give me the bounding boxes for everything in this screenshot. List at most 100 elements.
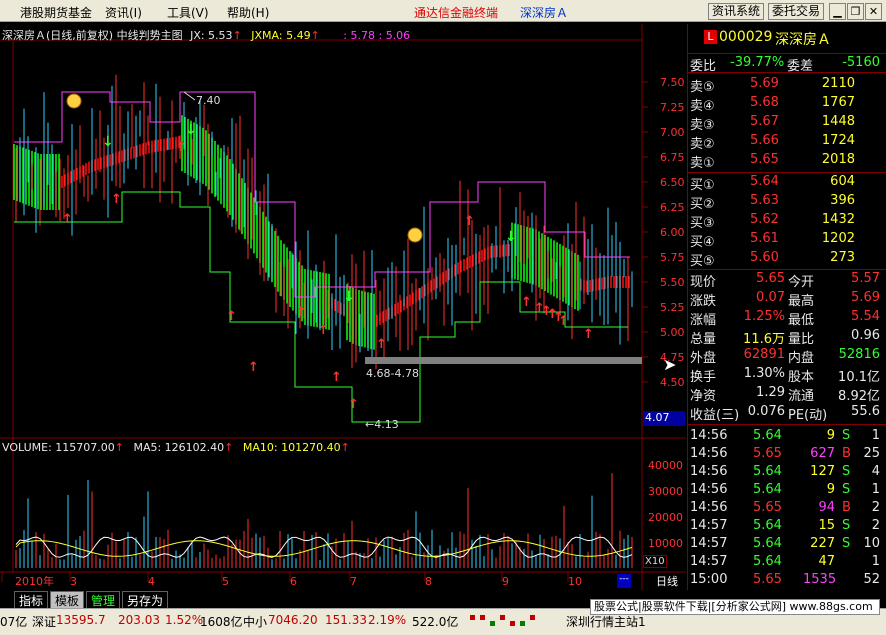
date-tick: 6 [290,575,297,588]
bid-row: 买① 5.64 604 [690,174,855,193]
stat-row: 现价 5.65 今开 5.57 [690,271,880,290]
ma10-value: MA10: 101270.40 [242,441,341,454]
close-icon[interactable]: ✕ [865,3,882,20]
ask-row: 卖③ 5.67 1448 [690,114,855,133]
date-tick: 8 [425,575,432,588]
stock-name: 深深房Ａ [775,32,831,48]
smiley-icon [66,93,82,109]
stat-row: 收益(三) 0.076 PE(动) 55.6 [690,404,880,423]
extra-value: : 5.78 : 5.06 [343,29,411,42]
low-annotation: ←4.13 [365,418,399,431]
range-annotation: 4.68-4.78 [366,367,419,380]
menu-item-info[interactable]: 资讯(I) [105,4,142,21]
smiley-icon [407,227,423,243]
stats-list: 现价 5.65 今开 5.57 涨跌 0.07 最高 5.69 涨幅 1.25% 最低 5.54 总量 1… [688,269,886,423]
bid-row: 买④ 5.61 1202 [690,231,855,250]
buy-arrow-icon: ↑ [318,323,329,338]
stat-row: 涨幅 1.25% 最低 5.54 [690,309,880,328]
ad-banner[interactable]: 股票公式|股票软件下载|[分析家公式网] www.88gs.com [590,599,880,615]
date-tick: 9 [502,575,509,588]
quote-panel: L 000029 深深房Ａ 委比 -39.77% 委差 -5160 卖⑤ 5.69… [687,24,886,590]
stat-row: 总量 11.6万 量比 0.96 [690,328,880,347]
price-tick: 7.50 [660,76,685,89]
scroll-handle[interactable]: --- [617,574,631,588]
buy-arrow-icon: ↑ [558,314,569,329]
price-tick: 5.25 [660,301,685,314]
tick-row: 15:00 5.65 1535 52 [690,572,880,587]
price-tick: 6.25 [660,201,685,214]
market-bars [470,615,535,626]
menu-item-help[interactable]: 帮助(H) [227,4,269,21]
index2-value: 7046.20 [268,613,318,627]
stat-row: 涨跌 0.07 最高 5.69 [690,290,880,309]
price-tick: 6.50 [660,176,685,189]
high-annotation: 7.40 [196,94,221,107]
buy-arrow-icon: ↑ [62,212,73,227]
weicha-value: -5160 [842,55,880,70]
tick-row: 14:57 5.64 227 S 10 [690,536,880,551]
menu-item-tools[interactable]: 工具(V) [167,4,209,21]
date-tick: 4 [148,575,155,588]
minimize-icon[interactable]: ▁ [829,3,846,20]
menu-item-hk[interactable]: 港股期货基金 [20,4,92,21]
ask-row: 卖④ 5.68 1767 [690,95,855,114]
tick-row: 14:56 5.64 9 S 1 [690,482,880,497]
tick-row: 14:56 5.64 9 S 1 [690,428,880,443]
kline-chart[interactable]: ↑↑↑↑↑↑↑↑↑↑↑↑ ↑↑↑↑↑↑↓↓↓↓ 7.507.257.006.756… [0,24,686,590]
tick-row: 14:57 5.64 15 S 2 [690,518,880,533]
price-tick: 5.50 [660,276,685,289]
sell-arrow-icon: ↓ [185,122,197,138]
chart-area[interactable]: ↑ ↑ ↑ ↑ ↑ ↑ ↑ ↑ ↑ ↑ ↑ ↑ ↑ ↑ ↑ ↑ ↑ ↑ ↓ ↓ ↓ ↓ 7.50 7.25 7.00 6.75 6… [0,24,686,590]
trade-order-button[interactable]: 委托交易 [768,3,824,20]
ask-row: 卖② 5.66 1724 [690,133,855,152]
stat-row: 换手 1.30% 股本 10.1亿 [690,366,880,385]
price-tick: 6.00 [660,226,685,239]
jx-value: JX: 5.53 [190,29,233,42]
volume-unit: X10 [643,555,667,568]
volume-value: VOLUME: 115707.00 [2,441,115,454]
buy-arrow-icon: ↑ [331,370,342,385]
buy-arrow-icon: ↑ [248,360,259,375]
bottom-tabs: 指标 模板 管理 另存为 [0,590,686,610]
price-tick: 7.25 [660,101,685,114]
bid-list: 买① 5.64 604 买② 5.63 396 买③ 5.62 1432 买④ 5.61 1202 买⑤… [688,172,886,269]
price-tick: 5.00 [660,326,685,339]
ma5-value: MA5: 126102.40 [133,441,225,454]
buy-arrow-icon: ↑ [176,140,187,155]
bid-row: 买② 5.63 396 [690,193,855,212]
tick-list: 14:56 5.64 9 S 1 14:56 5.65 627 B 25 14:56 5.64 127 S… [688,424,886,587]
weibi-row: 委比 -39.77% 委差 -5160 [688,53,886,74]
price-tick: 5.75 [660,251,685,264]
chart-title: 深深房Ａ(日线,前复权) 中线判势主图 [2,29,183,42]
date-tick: 7 [350,575,357,588]
server-status: 深圳行情主站1 [566,615,646,629]
price-tick: 6.75 [660,151,685,164]
index1-value: 13595.7 [56,613,106,627]
news-system-button[interactable]: 资讯系统 [708,3,764,20]
buy-arrow-icon: ↑ [464,214,475,229]
date-tick: 5 [222,575,229,588]
date-tick: 2010年 [15,574,54,588]
sell-arrow-icon: ↓ [102,134,114,150]
tick-row: 14:56 5.65 627 B 25 [690,446,880,461]
stat-row: 外盘 62891 内盘 52816 [690,347,880,366]
buy-arrow-icon: ↑ [583,327,594,342]
tick-row: 14:57 5.64 47 1 [690,554,880,569]
date-tick: 10 [568,575,582,588]
restore-icon[interactable]: ❐ [847,3,864,20]
date-tick: 3 [70,575,77,588]
tick-row: 14:56 5.64 127 S 4 [690,464,880,479]
tick-row: 14:56 5.65 94 B 2 [690,500,880,515]
buy-arrow-icon: ↑ [376,337,387,352]
stat-row: 净资 1.29 流通 8.92亿 [690,385,880,404]
price-tick: 4.50 [660,376,685,389]
bid-row: 买③ 5.62 1432 [690,212,855,231]
volume-tick: 10000 [648,537,683,550]
period-label[interactable]: 日线 [648,573,686,589]
current-price-label: 4.07 [643,411,685,426]
app-title: 通达信金融终端 [414,6,499,20]
l-badge: L [704,30,717,44]
quote-header: L 000029 深深房Ａ [688,28,886,48]
volume-tick: 20000 [648,511,683,524]
buy-arrow-icon: ↑ [296,305,307,320]
